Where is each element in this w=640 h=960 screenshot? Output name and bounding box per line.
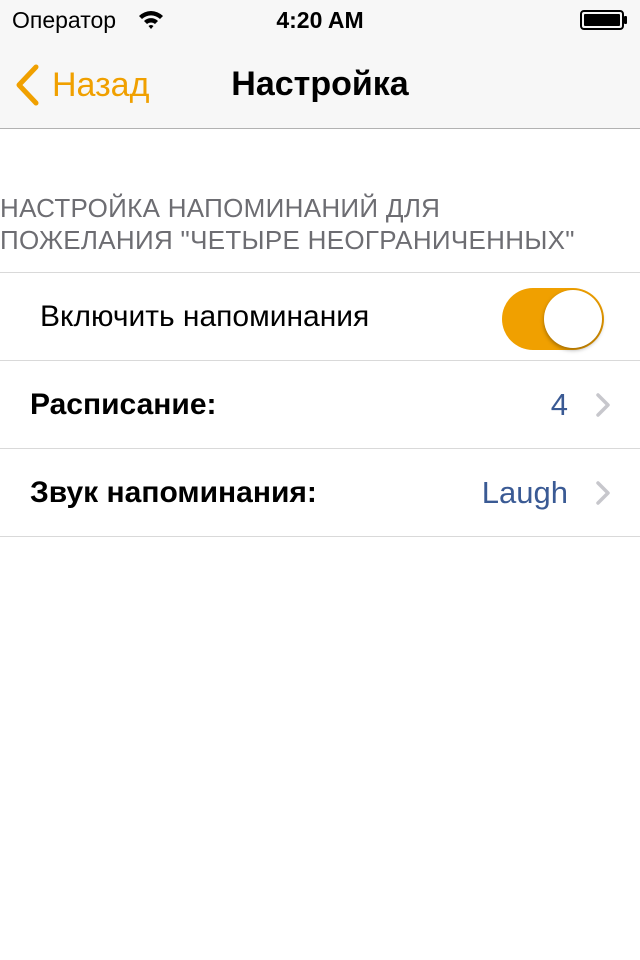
sound-label: Звук напоминания: (30, 476, 317, 509)
sound-row[interactable]: Звук напоминания: Laugh (0, 449, 640, 537)
section-header-line-2: ПОЖЕЛАНИЯ "ЧЕТЫРЕ НЕОГРАНИЧЕННЫХ" (0, 225, 575, 255)
schedule-value: 4 (550, 387, 568, 422)
status-bar: Оператор 4:20 AM (0, 0, 640, 40)
settings-list: Включить напоминания Расписание: 4 Звук … (0, 272, 640, 537)
sound-value: Laugh (481, 475, 568, 510)
page-title: Настройка (231, 65, 409, 103)
navigation-bar: Назад Настройка (0, 40, 640, 129)
reminders-toggle-row: Включить напоминания (0, 273, 640, 361)
reminders-toggle-label: Включить напоминания (40, 300, 370, 333)
chevron-right-icon (596, 393, 610, 417)
battery-icon (580, 10, 627, 30)
toggle-knob (544, 290, 602, 348)
chevron-right-icon (596, 481, 610, 505)
section-header-line-1: НАСТРОЙКА НАПОМИНАНИЙ ДЛЯ (0, 193, 441, 223)
schedule-row[interactable]: Расписание: 4 (0, 361, 640, 449)
reminders-toggle-switch[interactable] (502, 288, 604, 350)
status-time: 4:20 AM (276, 7, 364, 33)
schedule-label: Расписание: (30, 388, 217, 421)
section-header: НАСТРОЙКА НАПОМИНАНИЙ ДЛЯ ПОЖЕЛАНИЯ "ЧЕТ… (0, 192, 630, 256)
